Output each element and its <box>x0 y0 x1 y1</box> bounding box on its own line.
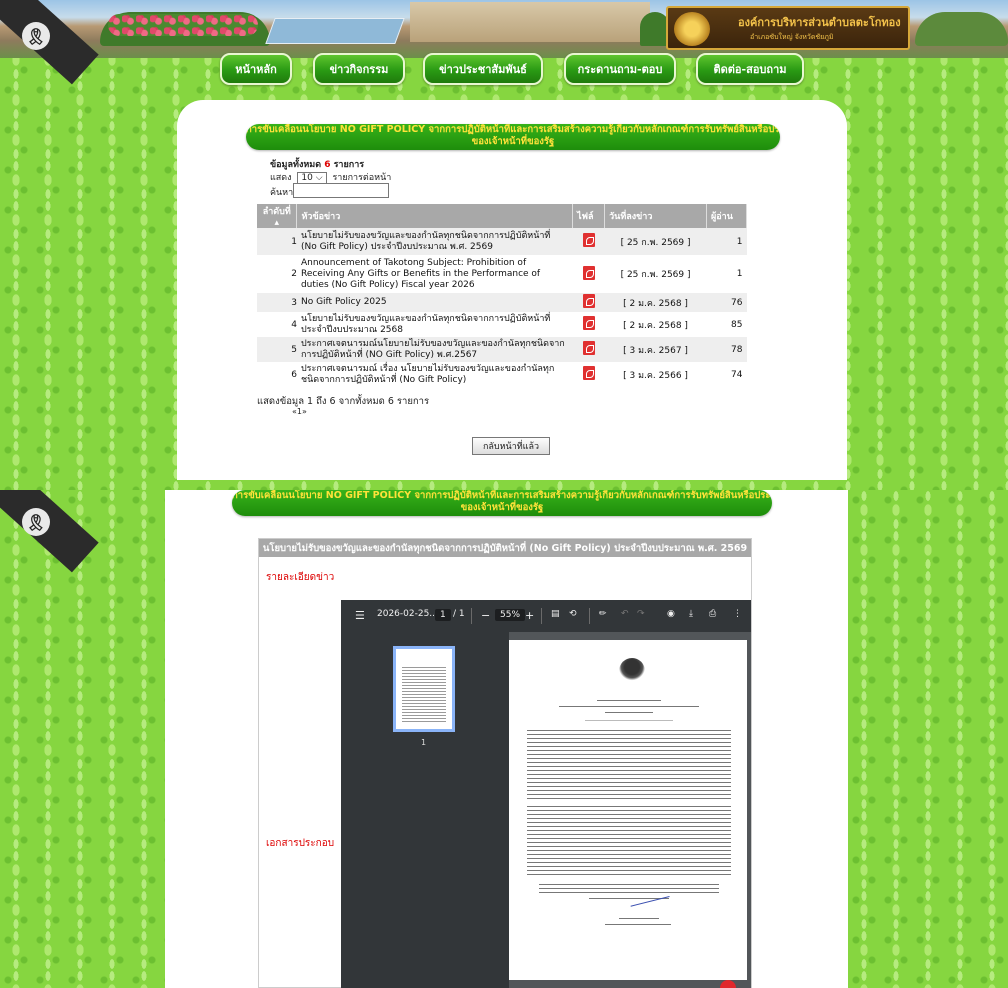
pdf-icon[interactable] <box>582 233 595 247</box>
pdf-viewer: ☰ 2026-02-25... 1 / 1 − 55% + ▤ ⟲ ✏ ↶ ↷ … <box>341 600 751 988</box>
pdf-icon[interactable] <box>582 265 595 280</box>
attachment-label: เอกสารประกอบ <box>266 838 335 849</box>
news-title-link[interactable]: No Gift Policy 2025 <box>296 293 573 312</box>
right-pattern <box>848 490 1008 988</box>
pdf-toolbar: ☰ 2026-02-25... 1 / 1 − 55% + ▤ ⟲ ✏ ↶ ↷ … <box>341 600 751 632</box>
list-screen: องค์การบริหารส่วนตำบลตะโกทอง อำเภอซับใหญ… <box>0 0 1008 490</box>
ribbon-icon: 🎗︎ <box>22 508 50 536</box>
fit-page-icon[interactable]: ▤ <box>551 609 560 619</box>
page-number-input[interactable]: 1 <box>435 609 451 621</box>
nav-activities[interactable]: ข่าวกิจกรรม <box>313 53 405 85</box>
total-count-text: ข้อมูลทั้งหมด 6 รายการ <box>270 160 365 170</box>
nav-home[interactable]: หน้าหลัก <box>220 53 292 85</box>
thumbnail-page-number: 1 <box>421 738 427 747</box>
org-name: องค์การบริหารส่วนตำบลตะโกทอง <box>738 16 901 29</box>
pdf-icon[interactable] <box>582 341 595 355</box>
nav-qa-board[interactable]: กระดานถาม-ตอบ <box>564 53 676 85</box>
news-title-link[interactable]: ประกาศเจตนารมณ์ เรื่อง นโยบายไม่รับของขว… <box>296 362 573 387</box>
org-crest-icon <box>674 12 710 46</box>
col-reads[interactable]: ผู้อ่าน <box>706 204 748 228</box>
table-row[interactable]: 6 ประกาศเจตนารมณ์ เรื่อง นโยบายไม่รับของ… <box>257 362 747 387</box>
detail-label: รายละเอียดข่าว <box>266 572 335 583</box>
left-pattern <box>0 490 165 988</box>
col-file[interactable]: ไฟล์ <box>572 204 606 228</box>
col-date[interactable]: วันที่ลงข่าว <box>604 204 707 228</box>
search-input[interactable] <box>293 183 389 198</box>
table-row[interactable]: 4 นโยบายไม่รับของขวัญและของกำนัลทุกชนิดจ… <box>257 312 747 337</box>
zoom-out-icon[interactable]: − <box>481 609 490 622</box>
zoom-in-icon[interactable]: + <box>525 609 534 622</box>
more-options-icon[interactable]: ⋮ <box>733 609 742 619</box>
main-nav: หน้าหลัก ข่าวกิจกรรม ข่าวประชาสัมพันธ์ ก… <box>0 50 1008 90</box>
table-row[interactable]: 1 นโยบายไม่รับของขวัญและของกำนัลทุกชนิดจ… <box>257 228 747 255</box>
news-title-link[interactable]: Announcement of Takotong Subject: Prohib… <box>296 255 573 293</box>
page-total: / 1 <box>453 609 465 619</box>
nav-contact[interactable]: ติดต่อ-สอบถาม <box>696 53 804 85</box>
zoom-level[interactable]: 55% <box>495 609 526 621</box>
download-icon[interactable]: ⤓ <box>689 609 693 619</box>
org-sign: องค์การบริหารส่วนตำบลตะโกทอง อำเภอซับใหญ… <box>666 6 910 50</box>
col-no[interactable]: ลำดับที่ ▴ <box>257 204 298 228</box>
table-row[interactable]: 2 Announcement of Takotong Subject: Proh… <box>257 255 747 293</box>
pdf-page <box>509 640 747 980</box>
ai-assist-icon[interactable]: ◉ <box>667 609 675 619</box>
table-row[interactable]: 3 No Gift Policy 2025 [ 2 ม.ค. 2568 ] 76 <box>257 293 747 312</box>
nav-public-relations[interactable]: ข่าวประชาสัมพันธ์ <box>423 53 543 85</box>
search-label: ค้นหา <box>270 188 294 198</box>
thumbnail-sidebar: 1 <box>341 632 509 988</box>
news-title-link[interactable]: ประกาศเจตนารมณ์นโยบายไม่รับของขวัญและของ… <box>296 337 573 362</box>
pdf-icon[interactable] <box>582 316 595 330</box>
redo-icon[interactable]: ↷ <box>637 609 645 619</box>
rotate-icon[interactable]: ⟲ <box>569 609 577 619</box>
detail-screen: 🎗︎ การขับเคลื่อนนโยบาย NO GIFT POLICY จา… <box>0 490 1008 988</box>
col-title[interactable]: หัวข้อข่าว <box>296 204 574 228</box>
annotate-icon[interactable]: ✏ <box>599 609 607 619</box>
back-button[interactable]: กลับหน้าที่แล้ว <box>472 437 550 455</box>
table-row[interactable]: 5 ประกาศเจตนารมณ์นโยบายไม่รับของขวัญและข… <box>257 337 747 362</box>
showing-info: แสดงข้อมูล 1 ถึง 6 จากทั้งหมด 6 รายการ <box>257 396 430 407</box>
menu-icon[interactable]: ☰ <box>355 609 365 622</box>
detail-heading: นโยบายไม่รับของขวัญและของกำนัลทุกชนิดจาก… <box>259 539 751 557</box>
pdf-filename: 2026-02-25... <box>377 609 438 619</box>
pdf-page-area <box>509 632 751 988</box>
garuda-emblem-icon <box>619 658 645 684</box>
news-title-link[interactable]: นโยบายไม่รับของขวัญและของกำนัลทุกชนิดจาก… <box>296 228 573 255</box>
page-size-control: แสดง 10 ⌵ รายการต่อหน้า <box>270 172 392 184</box>
page-thumbnail[interactable] <box>393 646 455 732</box>
ribbon-icon: 🎗︎ <box>22 22 50 50</box>
page-title: การขับเคลื่อนนโยบาย NO GIFT POLICY จากกา… <box>232 490 772 516</box>
news-title-link[interactable]: นโยบายไม่รับของขวัญและของกำนัลทุกชนิดจาก… <box>296 312 573 337</box>
undo-icon[interactable]: ↶ <box>621 609 629 619</box>
pagination[interactable]: «1» <box>292 407 307 416</box>
news-table: ลำดับที่ ▴ หัวข้อข่าว ไฟล์ วันที่ลงข่าว … <box>257 204 748 387</box>
print-icon[interactable]: ⎙ <box>709 609 716 619</box>
org-location: อำเภอซับใหญ่ จังหวัดชัยภูมิ <box>750 33 834 41</box>
pdf-icon[interactable] <box>582 366 595 380</box>
pdf-icon[interactable] <box>582 294 595 308</box>
page-title: การขับเคลื่อนนโยบาย NO GIFT POLICY จากกา… <box>246 124 780 150</box>
